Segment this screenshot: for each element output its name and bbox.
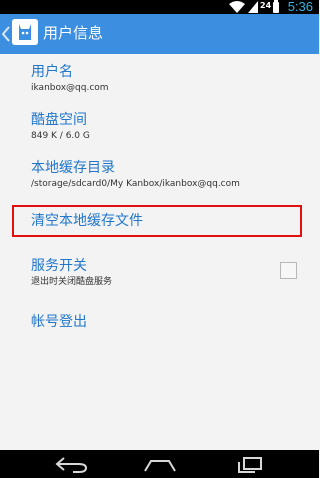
signal-icon [248,1,258,13]
pref-username-title: 用户名 [31,64,73,80]
pref-storage[interactable]: 酷盘空间 849 K / 6.0 G [31,111,90,142]
nav-home-button[interactable] [130,450,190,478]
pref-cache-dir-summary: /storage/sdcard0/My Kanbox/ikanbox@qq.co… [31,179,240,189]
pref-cache-dir[interactable]: 本地缓存目录 /storage/sdcard0/My Kanbox/ikanbo… [31,159,240,190]
back-chevron-icon [2,26,10,42]
nav-back-icon [55,457,88,473]
pref-storage-summary: 849 K / 6.0 G [31,131,90,141]
nav-recents-button[interactable] [222,450,282,478]
pref-cache-dir-title: 本地缓存目录 [31,160,115,176]
pref-username-summary: ikanbox@qq.com [31,83,109,93]
settings-screen: 24 5:36 用户信息 用户名 ikanbox@qq.com 酷盘空间 849… [0,0,319,478]
pref-storage-title: 酷盘空间 [31,112,87,128]
status-clock: 5:36 [287,0,313,14]
pref-clear-cache-title: 清空本地缓存文件 [31,213,143,229]
nav-home-icon [144,460,176,472]
kanbox-app-icon [12,19,38,45]
page-title: 用户信息 [43,24,104,42]
network-type-indicator: 24 [260,1,272,10]
battery-icon [273,0,279,13]
wifi-icon [229,1,245,13]
up-navigation-button[interactable] [0,14,42,54]
nav-recents-icon [238,457,262,473]
pref-logout-title: 帐号登出 [31,314,87,330]
action-bar: 用户信息 [0,14,319,54]
system-nav-bar [0,450,319,478]
pref-service-toggle-summary: 退出时关闭酷盘服务 [31,277,113,287]
pref-logout[interactable]: 帐号登出 [31,313,87,331]
pref-service-toggle[interactable]: 服务开关 退出时关闭酷盘服务 [31,257,112,288]
pref-username[interactable]: 用户名 ikanbox@qq.com [31,63,109,94]
pref-clear-cache[interactable]: 清空本地缓存文件 [31,212,143,230]
status-bar: 24 5:36 [0,0,319,14]
nav-back-button[interactable] [42,450,102,478]
pref-service-toggle-title: 服务开关 [31,258,87,274]
service-toggle-checkbox[interactable] [280,262,297,279]
